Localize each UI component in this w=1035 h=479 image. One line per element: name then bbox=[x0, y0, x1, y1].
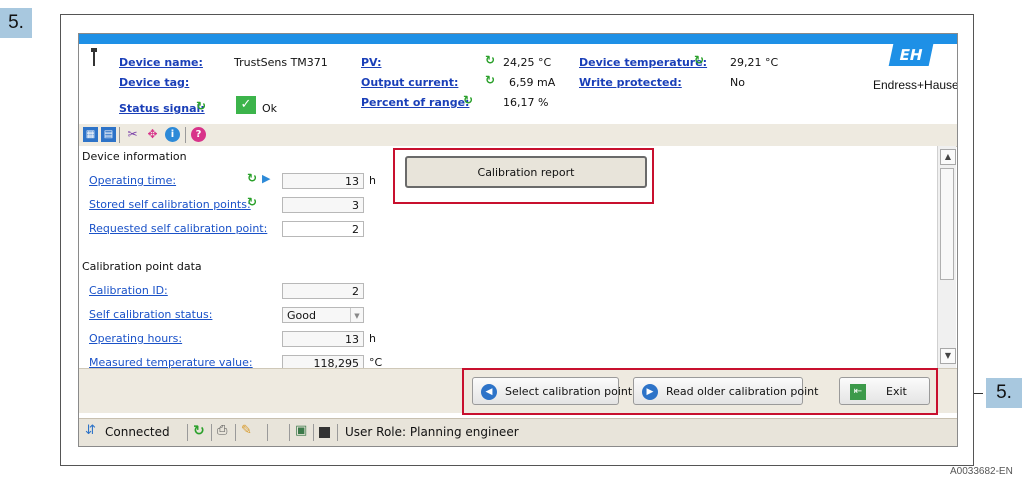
scroll-down-icon[interactable]: ▼ bbox=[940, 348, 956, 364]
stop-icon[interactable] bbox=[319, 427, 330, 438]
output-current-value: 6,59 mA bbox=[509, 76, 556, 89]
refresh-icon: ↻ bbox=[485, 53, 496, 67]
vertical-scrollbar[interactable]: ▲ ▼ bbox=[937, 146, 956, 368]
network-icon[interactable]: ▣ bbox=[295, 423, 307, 438]
status-signal-link[interactable]: Status signal: bbox=[119, 102, 205, 115]
operating-time-link[interactable]: Operating time: bbox=[89, 174, 176, 187]
calibration-id-link[interactable]: Calibration ID: bbox=[89, 284, 168, 297]
endress-hauser-logo: EH bbox=[888, 44, 934, 66]
step-label-left: 5. bbox=[0, 8, 32, 38]
operating-hours-unit: h bbox=[369, 332, 376, 345]
percent-range-link[interactable]: Percent of range: bbox=[361, 96, 469, 109]
refresh-icon[interactable]: ↻ bbox=[193, 423, 205, 439]
scroll-thumb[interactable] bbox=[940, 168, 954, 280]
device-name-value: TrustSens TM371 bbox=[234, 56, 328, 69]
table-edit-icon[interactable]: ▤ bbox=[101, 127, 116, 142]
brand-name: Endress+Hauser bbox=[873, 78, 958, 92]
figure-id: A0033682-EN bbox=[950, 466, 1013, 477]
stored-points-field: 3 bbox=[282, 197, 364, 213]
step-label-right: 5. bbox=[986, 378, 1022, 408]
write-protected-value: No bbox=[730, 76, 745, 89]
device-temp-link[interactable]: Device temperature: bbox=[579, 56, 707, 69]
device-user-icon[interactable]: ⎙ bbox=[217, 423, 227, 438]
info-icon[interactable]: i bbox=[165, 127, 180, 142]
user-role: User Role: Planning engineer bbox=[345, 425, 519, 439]
operating-hours-field: 13 bbox=[282, 331, 364, 347]
device-temp-value: 29,21 °C bbox=[730, 56, 779, 69]
logo-letters: EH bbox=[897, 46, 925, 64]
percent-range-value: 16,17 % bbox=[503, 96, 549, 109]
refresh-icon: ↻ bbox=[485, 73, 496, 87]
ok-check-icon: ✓ bbox=[236, 96, 256, 114]
toolbar: ▦ ▤ ✂ ✥ i ? bbox=[79, 124, 957, 147]
table-view-icon[interactable]: ▦ bbox=[83, 127, 98, 142]
tools-icon[interactable]: ✂ bbox=[125, 127, 140, 142]
status-bar: ⇵ Connected ↻ ⎙ ✎ ▣ User Role: Planning … bbox=[79, 418, 957, 446]
chevron-down-icon: ▼ bbox=[350, 308, 363, 322]
refresh-icon: ↻ bbox=[196, 99, 207, 113]
pv-link[interactable]: PV: bbox=[361, 56, 381, 69]
cal-point-title: Calibration point data bbox=[82, 260, 202, 273]
help-icon[interactable]: ? bbox=[191, 127, 206, 142]
requested-point-field[interactable]: 2 bbox=[282, 221, 364, 237]
move-icon[interactable]: ✥ bbox=[145, 127, 160, 142]
device-info-title: Device information bbox=[82, 150, 187, 163]
refresh-icon: ↻ bbox=[247, 171, 258, 185]
output-current-link[interactable]: Output current: bbox=[361, 76, 458, 89]
requested-point-link[interactable]: Requested self calibration point: bbox=[89, 222, 267, 235]
device-header: Device name: TrustSens TM371 Device tag:… bbox=[79, 44, 957, 116]
edit-icon[interactable]: ✎ bbox=[241, 423, 252, 438]
operating-time-field: 13 bbox=[282, 173, 364, 189]
highlight-calibration-report bbox=[393, 148, 654, 204]
connection-status: Connected bbox=[105, 425, 170, 439]
refresh-icon: ↻ bbox=[247, 195, 258, 209]
play-arrow-icon[interactable]: ▶ bbox=[262, 172, 270, 185]
scroll-up-icon[interactable]: ▲ bbox=[940, 149, 956, 165]
self-cal-status-link[interactable]: Self calibration status: bbox=[89, 308, 212, 321]
pv-value: 24,25 °C bbox=[503, 56, 552, 69]
title-bar bbox=[79, 34, 957, 44]
device-tag-link[interactable]: Device tag: bbox=[119, 76, 189, 89]
device-name-link[interactable]: Device name: bbox=[119, 56, 203, 69]
highlight-action-buttons bbox=[462, 368, 938, 415]
refresh-icon: ↻ bbox=[694, 53, 705, 67]
write-protected-link[interactable]: Write protected: bbox=[579, 76, 682, 89]
calibration-id-field: 2 bbox=[282, 283, 364, 299]
stored-points-link[interactable]: Stored self calibration points: bbox=[89, 198, 251, 211]
connection-icon: ⇵ bbox=[85, 423, 96, 438]
refresh-icon: ↻ bbox=[463, 93, 474, 107]
self-cal-status-select[interactable]: Good ▼ bbox=[282, 307, 364, 323]
operating-hours-link[interactable]: Operating hours: bbox=[89, 332, 182, 345]
operating-time-unit: h bbox=[369, 174, 376, 187]
status-signal-value: Ok bbox=[262, 102, 278, 115]
